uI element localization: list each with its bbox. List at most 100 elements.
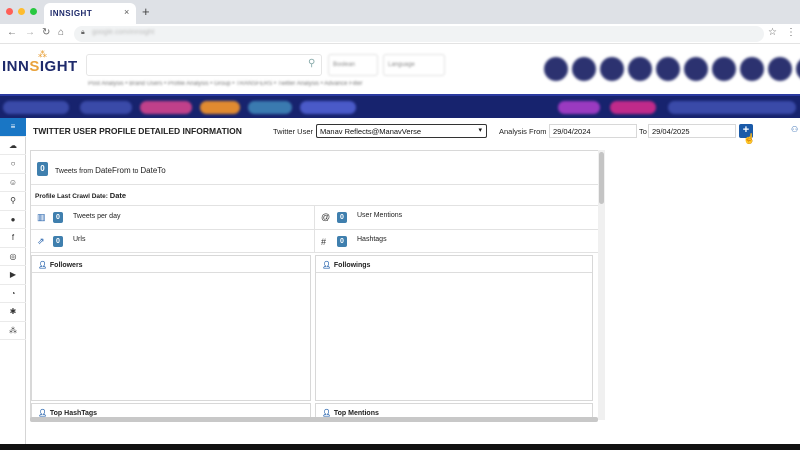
nav-export[interactable] bbox=[610, 101, 656, 114]
app-header: ⁂ INNSIGHT ⚲ Boolean Language Post Analy… bbox=[0, 44, 800, 94]
user-icon: 👤︎ bbox=[38, 262, 47, 269]
nav-save[interactable] bbox=[558, 101, 600, 114]
header-action-7-icon[interactable] bbox=[712, 57, 736, 81]
user-mentions-badge: 0 bbox=[337, 212, 347, 223]
filter-row[interactable]: Post Analysis • Brand Users • Profile An… bbox=[88, 81, 362, 87]
boolean-dropdown[interactable]: Boolean bbox=[328, 54, 378, 76]
url-text: google.com/innsight bbox=[92, 29, 155, 36]
user-icon: 👤︎ bbox=[322, 410, 331, 417]
header-action-8-icon[interactable] bbox=[740, 57, 764, 81]
search-icon[interactable]: ⚲ bbox=[308, 58, 315, 69]
pointer-cursor-icon: ☝ bbox=[743, 134, 756, 145]
home-icon[interactable]: ⌂ bbox=[58, 27, 64, 38]
user-icon: 👤︎ bbox=[38, 410, 47, 417]
vertical-scroll-thumb[interactable] bbox=[599, 152, 604, 204]
header-action-2-icon[interactable] bbox=[572, 57, 596, 81]
maximize-window-button[interactable] bbox=[30, 8, 37, 15]
header-search-input[interactable] bbox=[86, 54, 322, 76]
tab-title: INNSIGHT bbox=[50, 9, 93, 18]
sidebar-instagram-icon[interactable]: ◎ bbox=[0, 248, 26, 266]
tweets-per-day-cell: ▥ 0 Tweets per day bbox=[31, 206, 315, 230]
header-action-5-icon[interactable] bbox=[656, 57, 680, 81]
back-icon[interactable]: ← bbox=[7, 27, 17, 38]
sidebar-settings-icon[interactable]: ✱ bbox=[0, 303, 26, 322]
twitter-user-select[interactable]: Manav Reflects@ManavVerse ▾ bbox=[316, 124, 487, 138]
browser-tab-bar: INNSIGHT × + bbox=[0, 0, 800, 24]
innsight-logo[interactable]: INNSIGHT bbox=[2, 58, 78, 75]
logo-prefix: INN bbox=[2, 58, 30, 75]
tweets-per-day-label: Tweets per day bbox=[73, 213, 121, 220]
profile-panel: 0 Tweets from DateFrom to DateTo Profile… bbox=[30, 150, 602, 420]
bar-chart-icon: ▥ bbox=[37, 212, 46, 222]
followings-pane: 👤︎ Followings bbox=[315, 255, 593, 401]
lock-icon: 🔒︎ bbox=[81, 29, 85, 36]
address-bar[interactable]: 🔒︎ google.com/innsight bbox=[74, 26, 764, 42]
urls-cell: ⇗ 0 Urls bbox=[31, 230, 315, 253]
close-tab-icon[interactable]: × bbox=[124, 7, 129, 17]
sidebar-whatsapp-icon[interactable]: ◔ bbox=[0, 285, 26, 303]
browser-tab[interactable]: INNSIGHT × bbox=[44, 3, 136, 24]
chevron-down-icon: ▾ bbox=[478, 127, 482, 134]
close-window-button[interactable] bbox=[6, 8, 13, 15]
header-action-10-icon[interactable] bbox=[796, 57, 800, 81]
header-action-4-icon[interactable] bbox=[628, 57, 652, 81]
sidebar-cloud-icon[interactable]: ☁ bbox=[0, 137, 26, 155]
hashtags-cell: # 0 Hashtags bbox=[315, 230, 601, 253]
sidebar-twitter-icon[interactable]: ● bbox=[0, 211, 26, 229]
to-label: To bbox=[639, 127, 647, 136]
twitter-user-label: Twitter User bbox=[273, 127, 314, 136]
sidebar-facebook-icon[interactable]: f bbox=[0, 229, 26, 248]
followers-title: Followers bbox=[49, 262, 83, 269]
header-action-3-icon[interactable] bbox=[600, 57, 624, 81]
tweets-date-range: Tweets from DateFrom to DateTo bbox=[55, 166, 166, 175]
sidebar-pin-icon[interactable]: ⚲ bbox=[0, 192, 26, 211]
followings-header: 👤︎ Followings bbox=[316, 256, 592, 273]
sidebar-youtube-icon[interactable]: ▶ bbox=[0, 266, 26, 285]
sidebar-smile-icon[interactable]: ☺ bbox=[0, 174, 26, 192]
tweets-date-from: DateFrom bbox=[95, 166, 131, 175]
new-tab-button[interactable]: + bbox=[142, 4, 150, 19]
top-mentions-title: Top Mentions bbox=[333, 410, 379, 417]
language-dropdown[interactable]: Language bbox=[383, 54, 445, 76]
minimize-window-button[interactable] bbox=[18, 8, 25, 15]
nav-reports[interactable] bbox=[300, 101, 356, 114]
header-action-6-icon[interactable] bbox=[684, 57, 708, 81]
horizontal-scrollbar[interactable] bbox=[30, 417, 598, 422]
crawl-date-label: Profile Last Crawl Date: bbox=[35, 193, 110, 200]
sidebar-tree-icon[interactable]: ⁂ bbox=[0, 322, 26, 340]
date-from-input[interactable]: 29/04/2024 bbox=[549, 124, 637, 138]
sidebar-menu-icon[interactable]: ≡ bbox=[0, 118, 26, 137]
nav-map[interactable] bbox=[200, 101, 240, 114]
forward-icon[interactable]: → bbox=[25, 27, 35, 38]
tweets-count-badge: 0 bbox=[37, 162, 48, 176]
nav-author[interactable] bbox=[140, 101, 192, 114]
nav-media[interactable] bbox=[248, 101, 292, 114]
sidebar: ≡ ☁ ○ ☺ ⚲ ● f ◎ ▶ ◔ ✱ ⁂ bbox=[0, 118, 26, 340]
followers-pane: 👤︎ Followers bbox=[31, 255, 311, 401]
bottom-bar bbox=[0, 444, 800, 450]
twitter-user-value: Manav Reflects@ManavVerse bbox=[320, 126, 421, 136]
urls-label: Urls bbox=[73, 236, 86, 243]
logo-suffix: IGHT bbox=[39, 58, 78, 75]
nav-dashboard[interactable] bbox=[3, 101, 69, 114]
date-to-input[interactable]: 29/04/2025 bbox=[648, 124, 736, 138]
reload-icon[interactable]: ↻ bbox=[42, 27, 50, 38]
nav-date-range[interactable] bbox=[668, 101, 796, 114]
browser-menu-icon[interactable]: ⋮ bbox=[786, 27, 796, 38]
user-mentions-label: User Mentions bbox=[357, 212, 403, 219]
top-hashtags-title: Top HashTags bbox=[49, 410, 98, 417]
header-action-1-icon[interactable] bbox=[544, 57, 568, 81]
logo-highlight: S bbox=[29, 58, 40, 75]
window-controls bbox=[6, 8, 37, 15]
hashtags-label: Hashtags bbox=[357, 236, 387, 243]
bookmark-star-icon[interactable]: ☆ bbox=[768, 27, 777, 38]
address-bar-row: ← → ↻ ⌂ 🔒︎ google.com/innsight ☆ ⋮ bbox=[0, 24, 800, 44]
user-icon[interactable]: ⚇ bbox=[791, 125, 798, 134]
user-mentions-cell: @ 0 User Mentions bbox=[315, 206, 601, 230]
logo-mark-icon: ⁂ bbox=[38, 49, 47, 59]
sidebar-circle-icon[interactable]: ○ bbox=[0, 155, 26, 174]
page-title: TWITTER USER PROFILE DETAILED INFORMATIO… bbox=[33, 126, 242, 136]
nav-article[interactable] bbox=[80, 101, 132, 114]
tweets-per-day-badge: 0 bbox=[53, 212, 63, 223]
header-action-9-icon[interactable] bbox=[768, 57, 792, 81]
